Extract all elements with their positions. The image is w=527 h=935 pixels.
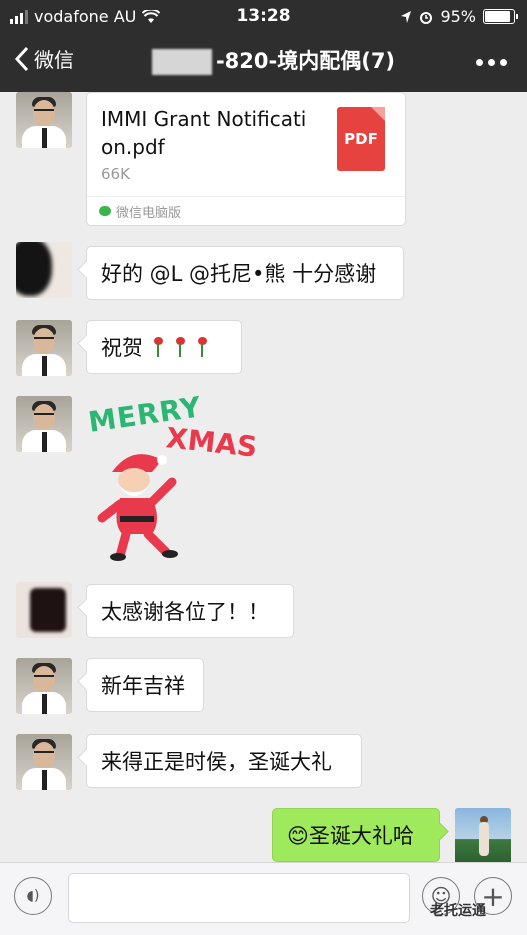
santa-icon	[97, 454, 178, 561]
file-name: IMMI Grant Notificati on.pdf	[101, 107, 307, 159]
avatar[interactable]	[16, 734, 72, 790]
avatar[interactable]	[16, 92, 72, 148]
avatar[interactable]	[16, 582, 72, 638]
avatar[interactable]	[16, 396, 72, 452]
file-message[interactable]: IMMI Grant Notificati on.pdf 66K PDF 微信电脑…	[86, 92, 406, 226]
my-message-bubble[interactable]: 😊圣诞大礼哈	[272, 808, 440, 862]
my-avatar[interactable]	[455, 808, 511, 864]
chat-title-text: -820-境内配偶(7)	[215, 49, 396, 73]
voice-icon: ◖)	[26, 888, 40, 904]
nav-bar: 微信 -820-境内配偶(7)	[0, 32, 527, 90]
avatar[interactable]	[16, 658, 72, 714]
pdf-icon: PDF	[337, 107, 385, 171]
alarm-icon	[420, 11, 433, 24]
back-button[interactable]: 微信	[14, 44, 74, 73]
chat-area[interactable]: IMMI Grant Notificati on.pdf 66K PDF 微信电脑…	[0, 92, 527, 864]
wechat-icon	[99, 206, 111, 216]
message-bubble[interactable]: 好的 @L @托尼•熊 十分感谢	[86, 246, 404, 300]
rose-icon	[195, 337, 209, 357]
rose-icon	[151, 337, 165, 357]
chat-title: -820-境内配偶(7)	[100, 45, 447, 75]
message-bubble[interactable]: 来得正是时侯，圣诞大礼	[86, 734, 362, 788]
more-button[interactable]	[476, 59, 507, 66]
chevron-left-icon	[14, 46, 29, 71]
status-bar: vodafone AU 13:28 95%	[0, 0, 527, 32]
santa-sticker[interactable]: MERRY XMAS	[86, 390, 259, 562]
watermark: 老托运通	[430, 903, 486, 919]
message-bubble[interactable]: 太感谢各位了！！	[86, 584, 294, 638]
rose-icon	[173, 337, 187, 357]
file-size: 66K	[101, 165, 130, 183]
input-bar: ◖) ☺ +	[0, 862, 527, 935]
avatar[interactable]	[16, 320, 72, 376]
file-source: 微信电脑版	[87, 196, 405, 225]
message-bubble[interactable]: 新年吉祥	[86, 658, 204, 712]
location-icon	[401, 10, 412, 23]
message-bubble[interactable]: 祝贺	[86, 320, 242, 374]
voice-button[interactable]: ◖)	[14, 877, 52, 915]
battery-icon	[483, 9, 518, 24]
status-right: 95%	[400, 7, 518, 26]
redacted-name	[151, 49, 212, 75]
avatar[interactable]	[16, 242, 72, 298]
top-bar: vodafone AU 13:28 95% 微信 -820-境内配偶(7)	[0, 0, 527, 92]
message-input[interactable]	[68, 873, 410, 923]
battery-percent: 95%	[440, 7, 476, 26]
battery-fill	[485, 11, 510, 22]
back-label: 微信	[34, 48, 74, 72]
